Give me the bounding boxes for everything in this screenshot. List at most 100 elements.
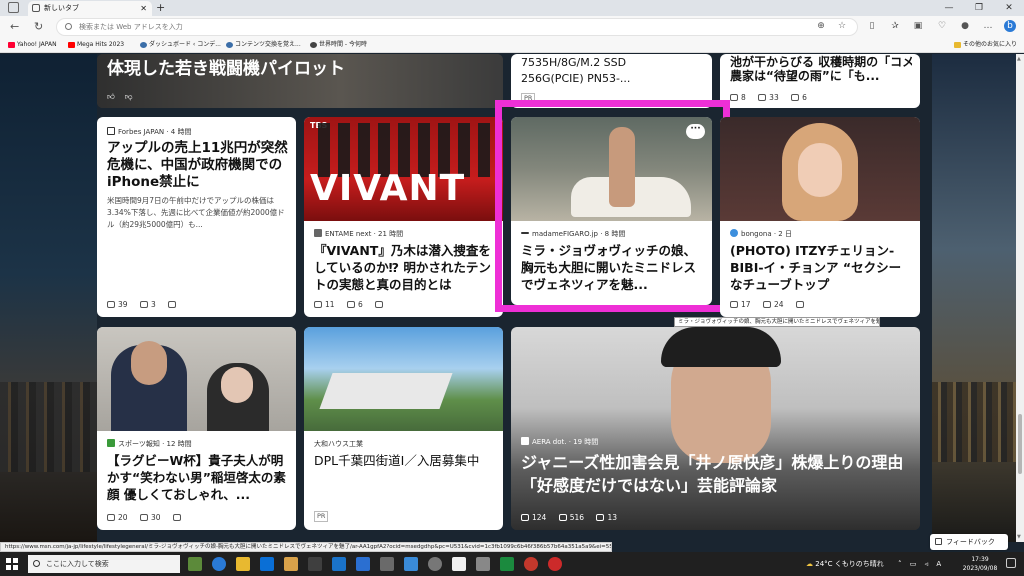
widget-icon[interactable]	[188, 557, 202, 571]
browser-toolbar: ← ↻ 検索または Web アドレスを入力 ⊕ ☆ ▯ ✰ ▣ ♡ ● … b	[0, 16, 1024, 38]
collections-icon[interactable]: ▣	[912, 20, 924, 32]
news-card-apple[interactable]: Forbes JAPAN · 4 時間 アップルの売上11兆円が突然危機に、中国…	[97, 117, 296, 317]
tray-chevron-icon[interactable]: ˄	[898, 560, 902, 568]
bookmark-yahoo[interactable]: Yahoo! JAPAN	[8, 38, 57, 52]
maximize-icon[interactable]: ❐	[964, 0, 994, 16]
search-icon	[33, 560, 40, 567]
favorites-icon[interactable]: ✰	[889, 20, 901, 32]
news-card-aera[interactable]: AERA dot. · 19 時間 ジャニーズ性加害会見「井ノ原快彦」株爆上りの…	[511, 327, 920, 530]
app-icon[interactable]	[524, 557, 538, 571]
volume-icon[interactable]: ◃	[925, 560, 929, 568]
comment-button[interactable]: 13	[596, 513, 617, 522]
tab-new-tab[interactable]: 新しいタブ ✕	[28, 1, 152, 16]
feedback-button[interactable]: フィードバック	[930, 534, 1008, 550]
like-button[interactable]: 39	[107, 300, 128, 309]
edge-icon[interactable]	[212, 557, 226, 571]
app-icon[interactable]	[380, 557, 394, 571]
news-card-pilot[interactable]: 体現した若き戦闘機パイロット 👍︎ 👎︎	[97, 54, 503, 108]
taskbar-search[interactable]: ここに入力して検索	[28, 555, 180, 573]
refresh-icon[interactable]: ↻	[34, 19, 43, 35]
scroll-down-icon[interactable]: ▼	[1017, 534, 1021, 540]
bookmark-contents[interactable]: コンテンツ交換を覚え...	[226, 38, 301, 52]
scroll-up-icon[interactable]: ▲	[1017, 56, 1021, 62]
zoom-icon[interactable]: ⊕	[815, 20, 827, 32]
mail-icon[interactable]	[260, 557, 274, 571]
bookmark-dashboard[interactable]: ダッシュボード ‹ コンデ...	[140, 38, 221, 52]
app-icon[interactable]	[452, 557, 466, 571]
app-icon[interactable]	[500, 557, 514, 571]
like-button[interactable]: 124	[521, 513, 546, 522]
close-window-icon[interactable]: ✕	[994, 0, 1024, 16]
like-icon[interactable]: 👍︎	[107, 92, 115, 101]
like-button[interactable]: 17	[730, 300, 751, 309]
dislike-button[interactable]: 3	[139, 300, 156, 309]
settings-more-icon[interactable]: …	[982, 20, 994, 32]
dislike-icon[interactable]: 👎︎	[125, 92, 133, 101]
start-button-icon[interactable]	[6, 558, 18, 570]
news-card-itzy[interactable]: bongona · 2 日 (PHOTO) ITZYチェリョン-BIBI-イ・チ…	[720, 117, 920, 317]
minimize-icon[interactable]: —	[934, 0, 964, 16]
bookmark-mega-hits[interactable]: Mega Hits 2023	[68, 38, 124, 52]
new-tab-button[interactable]: +	[156, 0, 165, 16]
split-screen-icon[interactable]: ▯	[866, 20, 878, 32]
tab-actions-icon[interactable]	[8, 2, 19, 13]
dislike-button[interactable]: 6	[346, 300, 363, 309]
app-icon[interactable]	[332, 557, 346, 571]
close-tab-icon[interactable]: ✕	[140, 1, 147, 16]
settings-icon[interactable]	[476, 557, 490, 571]
comment-button[interactable]	[375, 300, 386, 309]
dislike-button[interactable]: 516	[558, 513, 584, 522]
card-image: TBS VIVANT	[304, 117, 503, 221]
weather-icon[interactable]: ☁	[806, 560, 813, 568]
like-button[interactable]: 20	[107, 513, 128, 522]
app-icon[interactable]	[428, 557, 442, 571]
back-icon[interactable]: ←	[10, 19, 19, 35]
dislike-icon	[758, 94, 767, 101]
card-title: ジャニーズ性加害会見「井ノ原快彦」株爆上りの理由「好感度だけではない」芸能評論家	[521, 453, 904, 495]
performance-icon[interactable]: ♡	[936, 20, 948, 32]
page-scrollbar[interactable]: ▲ ▼	[1016, 54, 1024, 542]
other-favorites-folder[interactable]: その他のお気に入り	[954, 38, 1017, 52]
clock[interactable]: 17:39 2023/09/08	[960, 555, 1000, 573]
like-button[interactable]: 8	[730, 93, 746, 102]
comment-button[interactable]	[172, 513, 184, 522]
entame-logo-icon	[314, 229, 322, 237]
ime-indicator[interactable]: A	[936, 560, 941, 568]
notification-icon[interactable]	[1006, 558, 1016, 568]
dislike-button[interactable]: 30	[139, 513, 160, 522]
weather-text[interactable]: 24°C くもりのち晴れ	[815, 560, 884, 568]
like-button[interactable]: 11	[314, 300, 335, 309]
newtab-favicon-icon	[32, 4, 40, 12]
profile-avatar-icon[interactable]: ●	[959, 20, 971, 32]
dislike-icon	[139, 301, 148, 308]
news-card-rugby[interactable]: スポーツ報知 · 12 時間 【ラグビーW杯】貴子夫人が明かす“笑わない男”稲垣…	[97, 327, 296, 530]
app-icon[interactable]	[284, 557, 298, 571]
dislike-icon	[762, 301, 771, 308]
card-source: AERA dot. · 19 時間	[521, 437, 598, 447]
app-icon[interactable]	[548, 557, 562, 571]
comment-button[interactable]: 6	[791, 93, 807, 102]
network-icon[interactable]: ▭	[910, 560, 917, 568]
ad-card-daiwa[interactable]: 大和ハウス工業 DPL千葉四街道Ⅰ／入居募集中 PR	[304, 327, 503, 530]
app-icon[interactable]	[356, 557, 370, 571]
favorite-star-icon[interactable]: ☆	[836, 20, 848, 32]
bookmark-world-time[interactable]: 世界時間 - 今何時	[310, 38, 367, 52]
scrollbar-thumb[interactable]	[1018, 414, 1022, 474]
comment-button[interactable]	[168, 300, 179, 309]
news-card-rice[interactable]: 池が干からびる 収穫時期の「コメ 農家は“待望の雨”に「も... 8 33 6	[720, 54, 920, 108]
youtube-favicon-icon	[68, 42, 75, 48]
file-explorer-icon[interactable]	[236, 557, 250, 571]
app-icon[interactable]	[404, 557, 418, 571]
app-icon[interactable]	[308, 557, 322, 571]
dislike-button[interactable]: 33	[758, 93, 779, 102]
news-card-vivant[interactable]: TBS VIVANT ENTAME next · 21 時間 『VIVANT』乃…	[304, 117, 503, 317]
comment-icon	[791, 94, 800, 101]
address-bar[interactable]: 検索または Web アドレスを入力	[56, 18, 858, 36]
comment-button[interactable]	[795, 300, 807, 309]
windows-taskbar: ここに入力して検索 ☁ 24°C くもりのち晴れ ˄ ▭ ◃ A 17:39 2…	[0, 552, 1024, 576]
dislike-button[interactable]: 24	[762, 300, 783, 309]
status-bar-url: https://www.msn.com/ja-jp/lifestyle/life…	[0, 542, 612, 552]
favorites-bar: Yahoo! JAPAN Mega Hits 2023 ダッシュボード ‹ コン…	[0, 38, 1024, 53]
more-options-button[interactable]: ···	[686, 124, 705, 139]
bing-copilot-icon[interactable]: b	[1004, 20, 1016, 32]
